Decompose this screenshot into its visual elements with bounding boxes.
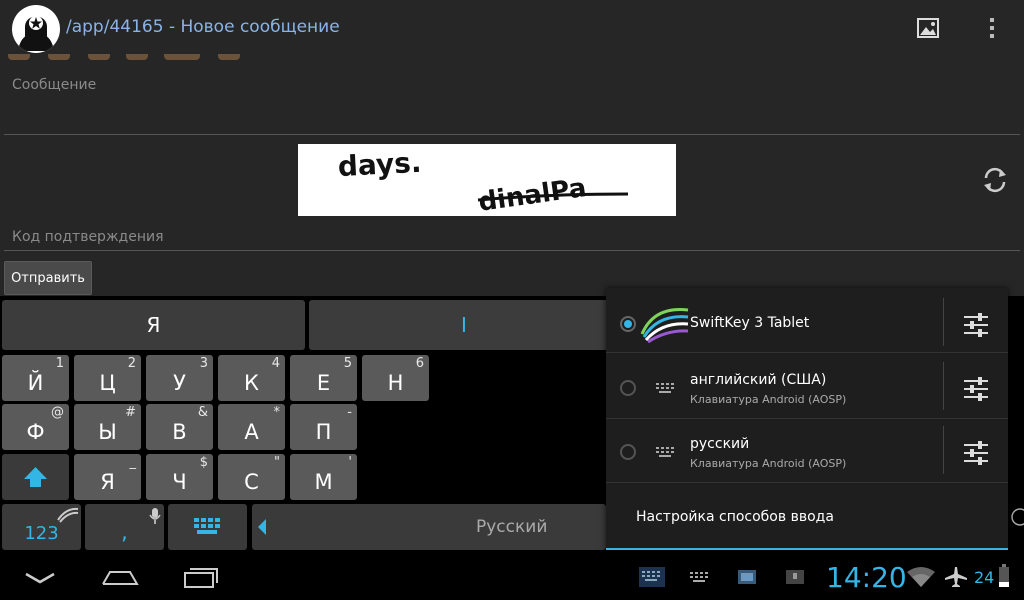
key-с[interactable]: " С [218, 454, 285, 500]
keyboard-small-icon [654, 381, 678, 395]
shift-arrow-icon [24, 467, 47, 487]
toolbar-bump [48, 54, 70, 60]
input-method-settings-link[interactable]: Настройка способов ввода [636, 509, 834, 525]
toolbar-bump [164, 54, 200, 60]
numbers-key[interactable]: 123 [2, 504, 81, 550]
key-к[interactable]: 4К [218, 355, 285, 401]
toolbar-bump [8, 54, 30, 60]
swiftkey-app-icon [640, 304, 690, 344]
overflow-menu-icon[interactable] [978, 14, 1006, 42]
language-left-arrow-icon [258, 519, 266, 535]
clock[interactable]: 14:20 [826, 561, 907, 594]
candidate-2[interactable]: I [309, 300, 619, 350]
ime-divider [943, 362, 944, 410]
ime-row-divider [606, 418, 1008, 419]
swiftkey-logo-icon [57, 507, 79, 523]
wifi-icon [906, 566, 936, 588]
ime-sub-russian: Клавиатура Android (AOSP) [690, 457, 847, 470]
back-hide-keyboard-icon[interactable] [22, 566, 58, 590]
toolbar-bump [126, 54, 148, 60]
key-в[interactable]: & В [146, 404, 213, 450]
key-ы[interactable]: # Ы [74, 404, 141, 450]
keyboard-notification-icon[interactable] [638, 565, 666, 589]
download-notification-icon [785, 568, 805, 586]
toolbar-bump [218, 54, 240, 60]
code-underline [4, 250, 1020, 251]
key-я[interactable]: _ Я [74, 454, 141, 500]
ime-radio-english[interactable] [620, 380, 636, 396]
key-е[interactable]: 5Е [290, 355, 357, 401]
captcha-word-1: days. [337, 146, 422, 183]
key-п[interactable]: -П [290, 404, 357, 450]
key-ч[interactable]: $ Ч [146, 454, 213, 500]
page-title: /app/44165 - Новое сообщение [66, 17, 340, 37]
recent-apps-icon[interactable] [182, 564, 220, 590]
captcha-image: days. dinalPa [298, 144, 676, 218]
ime-settings-sliders-icon[interactable] [963, 440, 989, 466]
space-key[interactable] [252, 504, 606, 550]
ime-name-swiftkey: SwiftKey 3 Tablet [690, 315, 810, 331]
keyboard-status-icon [688, 570, 712, 584]
key-й[interactable]: 1Й [2, 355, 69, 401]
ime-radio-russian[interactable] [620, 444, 636, 460]
app-notification-icon [737, 568, 757, 586]
ime-radio-swiftkey[interactable] [620, 316, 636, 332]
message-underline [4, 134, 1020, 135]
popup-accent-line [606, 548, 1008, 550]
airplane-mode-icon [944, 566, 968, 588]
toolbar-bump [88, 54, 110, 60]
refresh-captcha-icon[interactable] [978, 163, 1012, 197]
captcha-code-input[interactable] [4, 222, 1020, 252]
keyboard-small-icon [654, 445, 678, 459]
ime-sub-english: Клавиатура Android (AOSP) [690, 393, 847, 406]
message-input[interactable] [4, 70, 1020, 136]
key-м[interactable]: ' М [290, 454, 357, 500]
home-icon[interactable] [100, 564, 140, 590]
candidate-1[interactable]: Я [2, 300, 305, 350]
key-н[interactable]: 6Н [362, 355, 429, 401]
comma-key[interactable]: , [85, 504, 164, 550]
send-button[interactable]: Отправить [4, 261, 92, 295]
shift-key[interactable] [2, 454, 69, 500]
keyboard-layout-icon [194, 518, 220, 534]
ime-settings-sliders-icon[interactable] [963, 376, 989, 402]
ime-row-divider [606, 352, 1008, 353]
ime-settings-sliders-icon[interactable] [963, 312, 989, 338]
layout-key[interactable] [168, 504, 247, 550]
ime-row-divider [606, 482, 1008, 483]
key-у[interactable]: 3У [146, 355, 213, 401]
microphone-icon [149, 508, 161, 524]
key-ф[interactable]: @ Ф [2, 404, 69, 450]
ime-name-russian: русский [690, 436, 750, 452]
app-avatar-icon[interactable] [12, 5, 60, 53]
battery-icon [998, 564, 1010, 588]
key-ц[interactable]: 2Ц [74, 355, 141, 401]
attach-image-icon[interactable] [914, 14, 942, 42]
battery-level-text: 24 [974, 568, 995, 587]
ime-divider [943, 426, 944, 474]
ime-name-english: английский (США) [690, 372, 827, 388]
ime-divider [943, 298, 944, 346]
space-language-label: Русский [476, 517, 548, 537]
key-а[interactable]: * А [218, 404, 285, 450]
